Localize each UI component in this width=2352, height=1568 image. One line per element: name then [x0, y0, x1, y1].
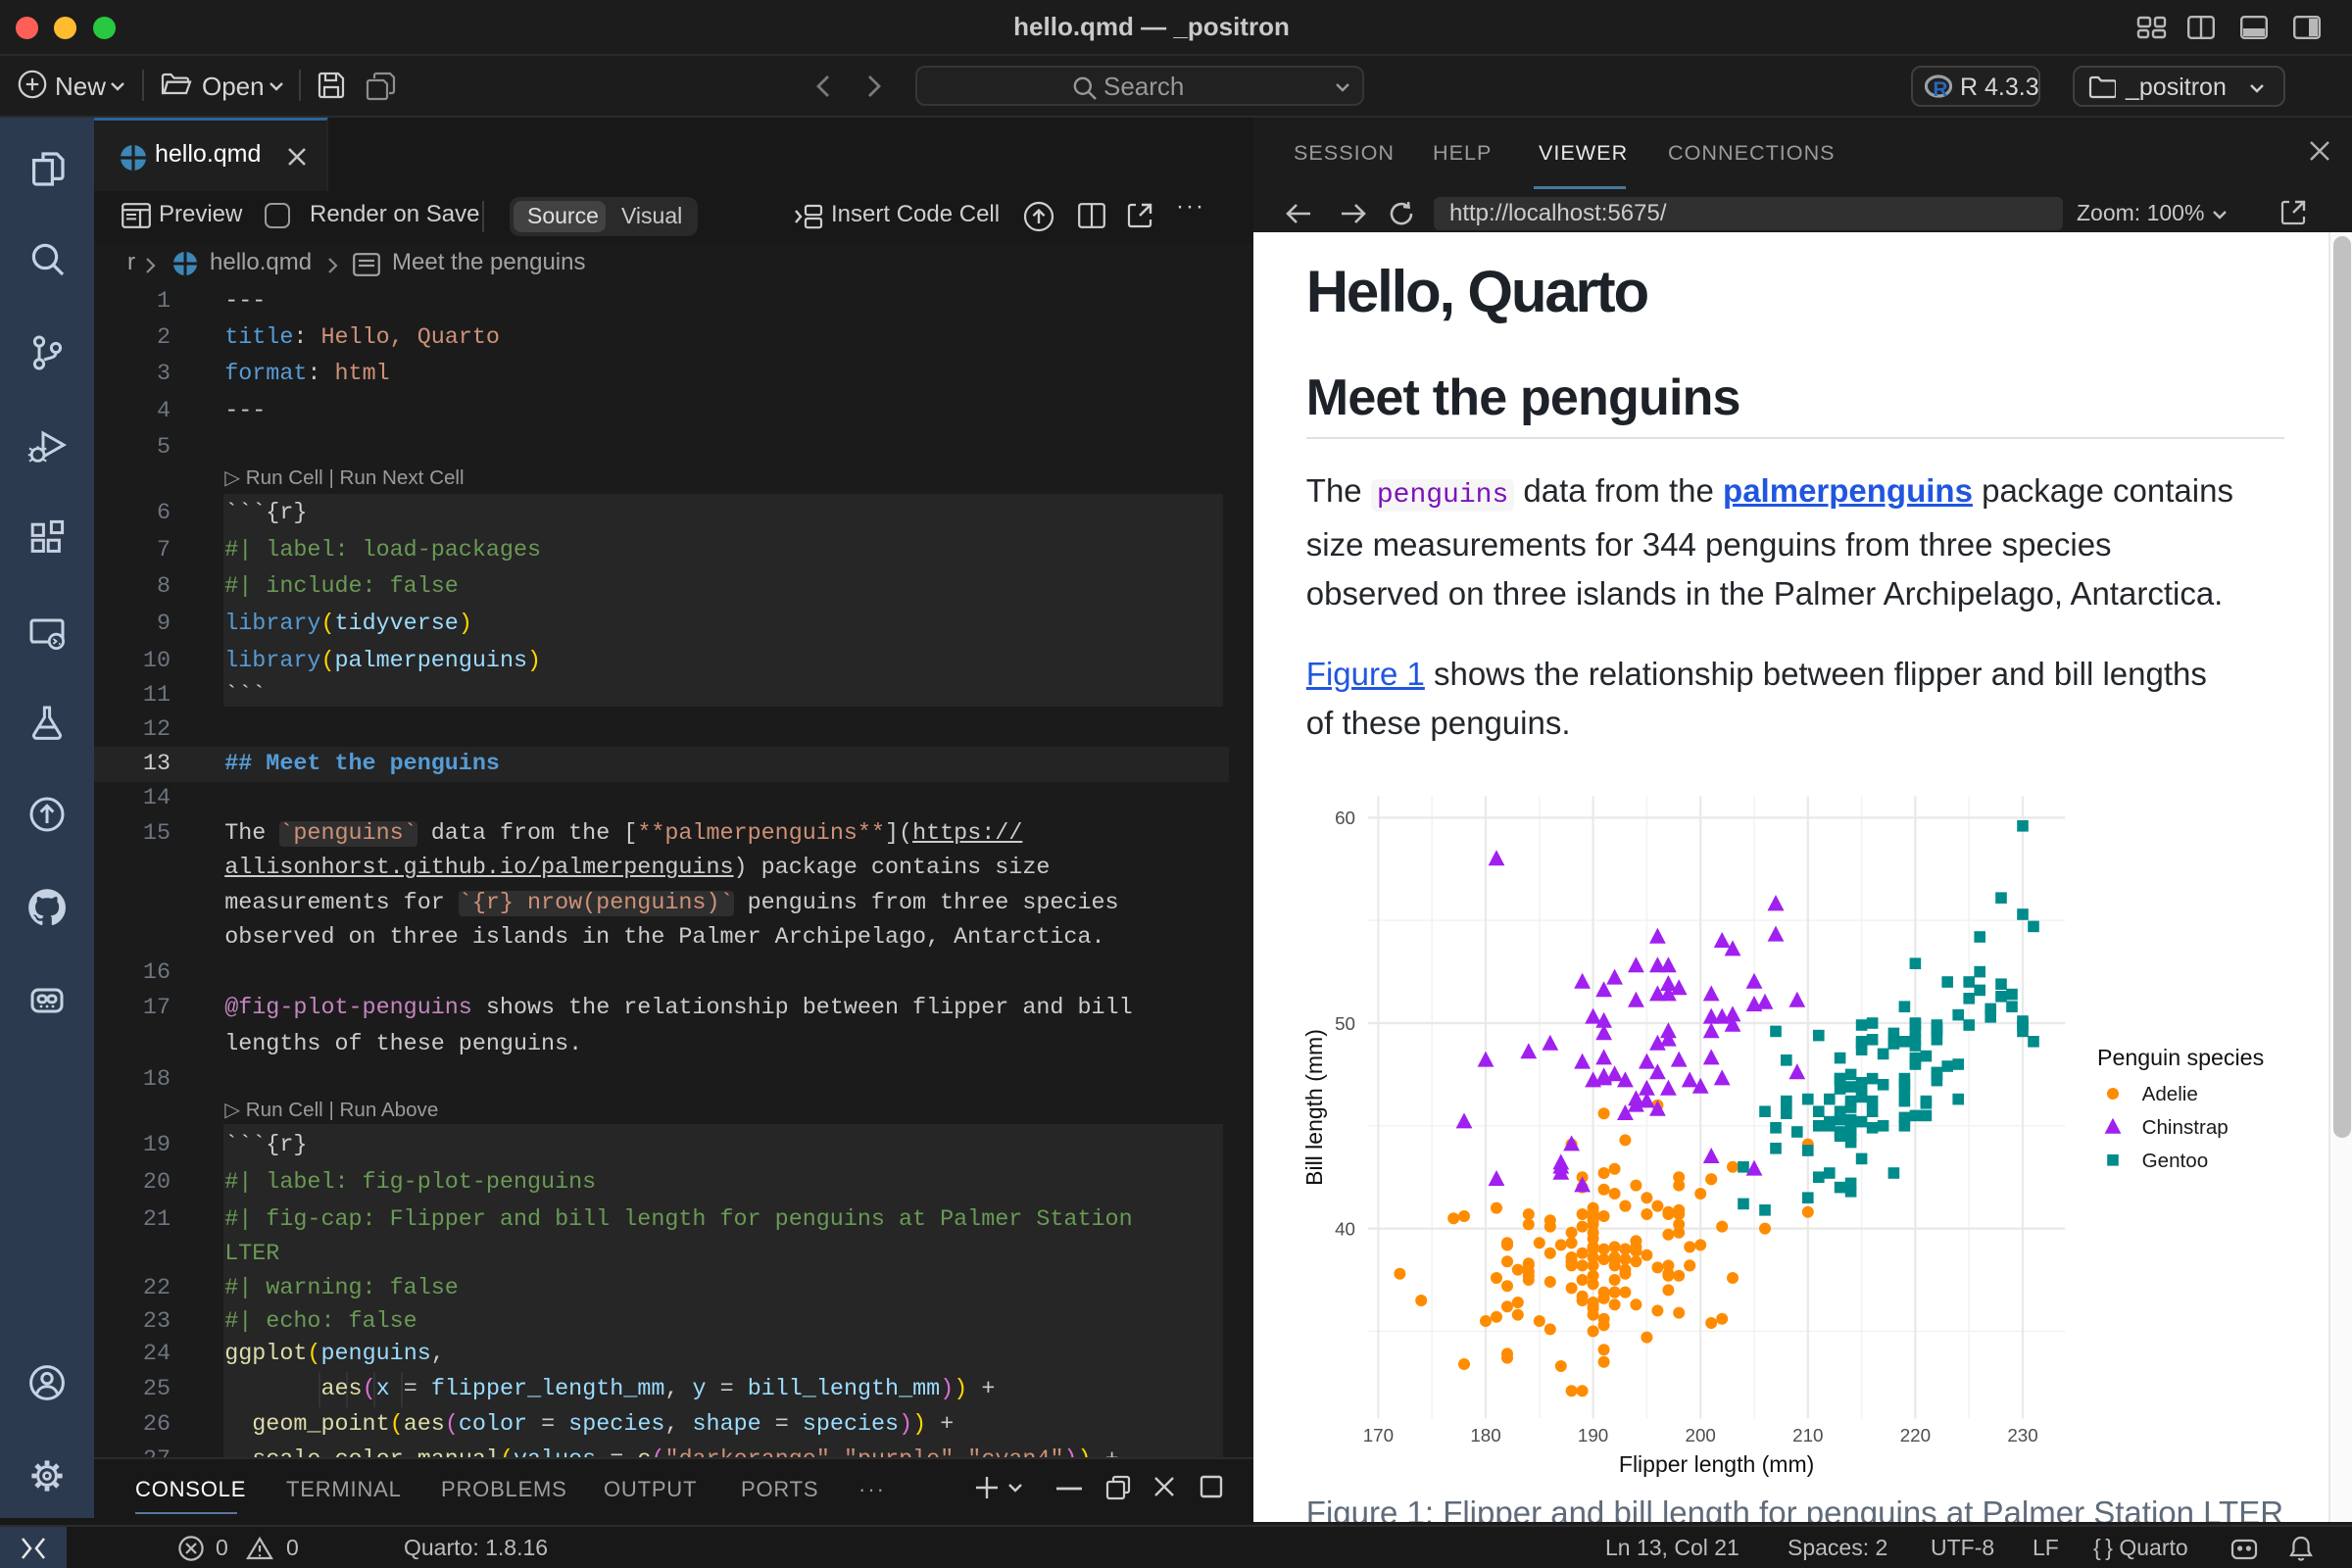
svg-text:50: 50: [1335, 1012, 1355, 1033]
svg-text:200: 200: [1686, 1424, 1716, 1445]
svg-text:220: 220: [1900, 1424, 1931, 1445]
svg-text:180: 180: [1470, 1424, 1500, 1445]
svg-text:Penguin species: Penguin species: [2097, 1045, 2264, 1070]
svg-text:230: 230: [2007, 1424, 2037, 1445]
svg-text:Adelie: Adelie: [2142, 1083, 2198, 1105]
svg-text:Chinstrap: Chinstrap: [2142, 1116, 2229, 1139]
svg-text:R: R: [1933, 78, 1947, 100]
svg-text:170: 170: [1363, 1424, 1394, 1445]
svg-text:210: 210: [1792, 1424, 1823, 1445]
svg-text:190: 190: [1578, 1424, 1608, 1445]
svg-text:60: 60: [1335, 808, 1355, 828]
svg-text:Flipper length (mm): Flipper length (mm): [1619, 1451, 1814, 1477]
svg-text:Gentoo: Gentoo: [2142, 1149, 2209, 1171]
svg-text:Bill length (mm): Bill length (mm): [1301, 1029, 1327, 1186]
svg-text:40: 40: [1335, 1218, 1355, 1239]
